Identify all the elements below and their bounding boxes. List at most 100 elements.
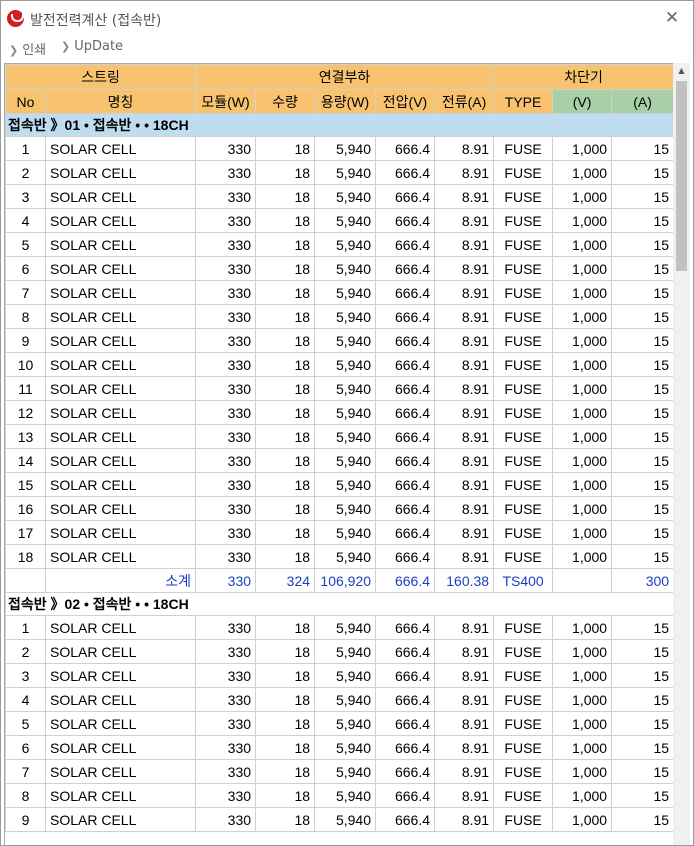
table-cell: 8.91: [434, 639, 495, 664]
table-row[interactable]: 16 SOLAR CELL 330 18 5,940 666.4 8.91 FUSE 1,000…: [5, 496, 673, 521]
column-header-no[interactable]: No: [5, 89, 46, 114]
table-cell: 15: [611, 256, 673, 281]
table-cell: 8.91: [434, 280, 495, 305]
table-row[interactable]: 7 SOLAR CELL 330 18 5,940 666.4 8.91 FUSE 1,000 1…: [5, 759, 673, 784]
column-header-quantity[interactable]: 수량: [255, 89, 316, 114]
table-cell: 666.4: [375, 496, 436, 521]
table-cell: 666.4: [375, 783, 436, 808]
table-cell: 15: [611, 496, 673, 521]
table-cell: SOLAR CELL: [44, 663, 197, 688]
table-cell: 330: [195, 256, 257, 281]
column-header-module-w[interactable]: 모듈(W): [195, 89, 257, 114]
table-row[interactable]: 14 SOLAR CELL 330 18 5,940 666.4 8.91 FUSE 1,000…: [5, 448, 673, 473]
table-row[interactable]: 18 SOLAR CELL 330 18 5,940 666.4 8.91 FUSE 1,000…: [5, 544, 673, 569]
table-cell: 5,940: [314, 304, 377, 329]
column-header-type[interactable]: TYPE: [493, 89, 554, 114]
table-cell: 18: [255, 208, 316, 233]
table-cell: FUSE: [493, 759, 554, 784]
table-cell: FUSE: [493, 615, 554, 640]
table-row[interactable]: 13 SOLAR CELL 330 18 5,940 666.4 8.91 FUSE 1,000…: [5, 424, 673, 449]
scrollbar-thumb[interactable]: [676, 81, 687, 271]
print-button[interactable]: ❯ 인쇄: [9, 39, 46, 58]
table-cell: 1,000: [552, 136, 613, 161]
table-cell: 1: [5, 136, 46, 161]
table-cell: SOLAR CELL: [44, 184, 197, 209]
table-cell: 8.91: [434, 783, 495, 808]
update-button[interactable]: ❯ UpDate: [61, 39, 123, 54]
table-cell: 18: [255, 304, 316, 329]
table-row[interactable]: 5 SOLAR CELL 330 18 5,940 666.4 8.91 FUSE 1,000 1…: [5, 232, 673, 257]
column-header-capacity-w[interactable]: 용량(W): [314, 89, 377, 114]
data-grid[interactable]: 스트링 연결부하 차단기 No 명칭 모듈(W) 수량 용량(W) 전압(V) …: [4, 63, 674, 845]
table-cell: 330: [195, 759, 257, 784]
table-cell: 8.91: [434, 184, 495, 209]
toolbar: ❯ 인쇄 ❯ UpDate: [1, 39, 693, 61]
table-row[interactable]: 2 SOLAR CELL 330 18 5,940 666.4 8.91 FUSE 1,000 1…: [5, 639, 673, 664]
table-row[interactable]: 17 SOLAR CELL 330 18 5,940 666.4 8.91 FUSE 1,000…: [5, 520, 673, 545]
table-cell: 8: [5, 304, 46, 329]
group-header-row[interactable]: 접속반 》01 • 접속반 • • 18CH: [5, 113, 673, 137]
column-header-voltage[interactable]: 전압(V): [375, 89, 436, 114]
table-row[interactable]: 8 SOLAR CELL 330 18 5,940 666.4 8.91 FUSE 1,000 1…: [5, 304, 673, 329]
table-cell: FUSE: [493, 376, 554, 401]
table-cell: SOLAR CELL: [44, 735, 197, 760]
table-cell: 5,940: [314, 448, 377, 473]
table-cell: 1,000: [552, 639, 613, 664]
table-cell: 8.91: [434, 448, 495, 473]
table-cell: 8.91: [434, 759, 495, 784]
table-row[interactable]: 9 SOLAR CELL 330 18 5,940 666.4 8.91 FUSE 1,000 1…: [5, 807, 673, 832]
group-header-row[interactable]: 접속반 》02 • 접속반 • • 18CH: [5, 592, 673, 616]
subtotal-cell: 160.38: [434, 568, 495, 593]
table-cell: 18: [255, 759, 316, 784]
table-cell: 5,940: [314, 232, 377, 257]
table-cell: 330: [195, 232, 257, 257]
table-cell: 9: [5, 807, 46, 832]
table-row[interactable]: 9 SOLAR CELL 330 18 5,940 666.4 8.91 FUSE 1,000 1…: [5, 328, 673, 353]
table-cell: SOLAR CELL: [44, 328, 197, 353]
column-header-breaker-a[interactable]: (A): [611, 89, 673, 114]
table-cell: 18: [255, 615, 316, 640]
table-row[interactable]: 11 SOLAR CELL 330 18 5,940 666.4 8.91 FUSE 1,000…: [5, 376, 673, 401]
table-cell: 1,000: [552, 184, 613, 209]
table-row[interactable]: 15 SOLAR CELL 330 18 5,940 666.4 8.91 FUSE 1,000…: [5, 472, 673, 497]
column-header-current[interactable]: 전류(A): [434, 89, 495, 114]
table-cell: 330: [195, 400, 257, 425]
vertical-scrollbar[interactable]: ▲: [673, 63, 690, 845]
table-row[interactable]: 1 SOLAR CELL 330 18 5,940 666.4 8.91 FUSE 1,000 1…: [5, 615, 673, 640]
table-cell: 8.91: [434, 208, 495, 233]
subtotal-row[interactable]: 소계 330 324 106,920 666.4 160.38 TS400 300: [5, 568, 673, 593]
table-cell: 5,940: [314, 328, 377, 353]
table-row[interactable]: 6 SOLAR CELL 330 18 5,940 666.4 8.91 FUSE 1,000 1…: [5, 256, 673, 281]
table-cell: 1,000: [552, 448, 613, 473]
table-cell: 330: [195, 328, 257, 353]
table-row[interactable]: 7 SOLAR CELL 330 18 5,940 666.4 8.91 FUSE 1,000 1…: [5, 280, 673, 305]
table-cell: SOLAR CELL: [44, 615, 197, 640]
table-row[interactable]: 4 SOLAR CELL 330 18 5,940 666.4 8.91 FUSE 1,000 1…: [5, 208, 673, 233]
table-cell: SOLAR CELL: [44, 783, 197, 808]
table-cell: 15: [611, 232, 673, 257]
table-cell: 15: [611, 448, 673, 473]
column-header-name[interactable]: 명칭: [44, 89, 197, 114]
table-row[interactable]: 8 SOLAR CELL 330 18 5,940 666.4 8.91 FUSE 1,000 1…: [5, 783, 673, 808]
table-row[interactable]: 3 SOLAR CELL 330 18 5,940 666.4 8.91 FUSE 1,000 1…: [5, 663, 673, 688]
table-cell: 8.91: [434, 304, 495, 329]
table-row[interactable]: 2 SOLAR CELL 330 18 5,940 666.4 8.91 FUSE 1,000 1…: [5, 160, 673, 185]
close-button[interactable]: ✕: [659, 5, 685, 31]
table-row[interactable]: 6 SOLAR CELL 330 18 5,940 666.4 8.91 FUSE 1,000 1…: [5, 735, 673, 760]
table-row[interactable]: 4 SOLAR CELL 330 18 5,940 666.4 8.91 FUSE 1,000 1…: [5, 687, 673, 712]
table-cell: 666.4: [375, 136, 436, 161]
table-cell: 1,000: [552, 615, 613, 640]
table-cell: 666.4: [375, 759, 436, 784]
table-cell: 5,940: [314, 615, 377, 640]
table-row[interactable]: 10 SOLAR CELL 330 18 5,940 666.4 8.91 FUSE 1,000…: [5, 352, 673, 377]
scroll-up-arrow-icon[interactable]: ▲: [673, 63, 690, 79]
table-row[interactable]: 1 SOLAR CELL 330 18 5,940 666.4 8.91 FUSE 1,000 1…: [5, 136, 673, 161]
table-row[interactable]: 5 SOLAR CELL 330 18 5,940 666.4 8.91 FUSE 1,000 1…: [5, 711, 673, 736]
table-row[interactable]: 12 SOLAR CELL 330 18 5,940 666.4 8.91 FUSE 1,000…: [5, 400, 673, 425]
group-header-label: 접속반 》01 • 접속반 • • 18CH: [5, 113, 673, 137]
table-cell: 15: [611, 400, 673, 425]
table-row[interactable]: 3 SOLAR CELL 330 18 5,940 666.4 8.91 FUSE 1,000 1…: [5, 184, 673, 209]
column-header-breaker-v[interactable]: (V): [552, 89, 613, 114]
table-cell: 15: [611, 208, 673, 233]
table-cell: 8.91: [434, 735, 495, 760]
